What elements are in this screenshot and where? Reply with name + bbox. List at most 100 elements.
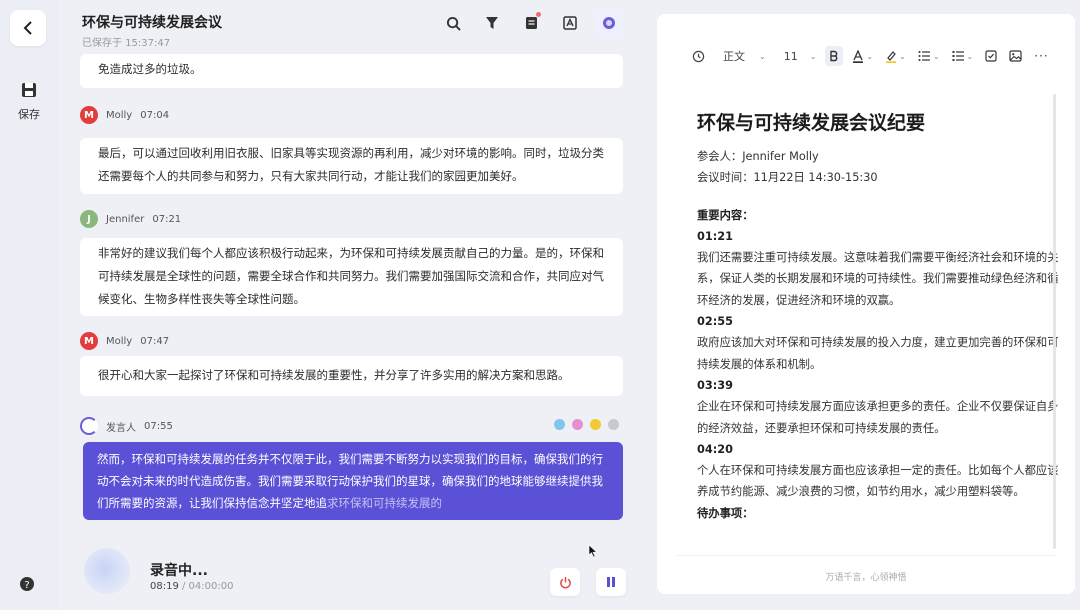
item-timestamp: 01:21: [697, 229, 733, 243]
ai-assistant-button[interactable]: [596, 10, 622, 36]
avatar: M: [80, 106, 98, 124]
more-icon: ···: [1034, 49, 1049, 63]
help-button[interactable]: ?: [19, 576, 35, 592]
filter-icon: [486, 17, 498, 29]
color-tag-gray[interactable]: [608, 419, 619, 430]
ordered-list-icon: [918, 51, 930, 61]
highlight-button[interactable]: ⌄: [882, 46, 909, 66]
power-icon: [559, 576, 571, 588]
search-icon: [446, 16, 461, 31]
notes-icon: [525, 17, 537, 29]
help-icon: ?: [20, 577, 34, 591]
back-button[interactable]: [10, 10, 46, 46]
document-scrollbar[interactable]: [1053, 94, 1056, 549]
font-size-select[interactable]: 11 ⌄: [781, 46, 820, 66]
left-rail: 保存 ?: [0, 0, 58, 610]
speaker-name: 发言人: [106, 422, 136, 434]
live-transcript-card: 然而，环保和可持续发展的任务并不仅限于此，我们需要不断努力以实现我们的目标，确保…: [83, 442, 623, 520]
search-button[interactable]: [440, 10, 466, 36]
font-color-icon: [853, 49, 864, 63]
document-title[interactable]: 环保与可持续发展会议纪要: [697, 108, 925, 135]
save-label: 保存: [18, 108, 40, 121]
speaker-name: Molly: [106, 109, 133, 121]
speaker-row-current: 发言人 07:55: [80, 417, 173, 435]
avatar: J: [80, 210, 98, 228]
checkbox-button[interactable]: [982, 46, 1000, 66]
item-text: 政府应该加大对环保和可持续发展的投入力度，建立更加完善的环保和可持续发展的体系和…: [697, 336, 1059, 371]
speaker-name: Molly: [106, 335, 133, 347]
avatar: M: [80, 332, 98, 350]
transcript-list[interactable]: 免造成过多的垃圾。 M Molly 07:04 最后，可以通过回收利用旧衣服、旧…: [60, 52, 650, 540]
live-transcript-pending: 求环保和可持续发展的: [327, 496, 442, 510]
transcript-text: 免造成过多的垃圾。: [98, 62, 202, 76]
speaker-time: 07:04: [140, 109, 170, 121]
highlighter-icon: [886, 50, 897, 63]
image-icon: [1009, 50, 1022, 62]
participants-line: 参会人：Jennifer Molly: [697, 150, 819, 163]
filter-button[interactable]: [479, 10, 505, 36]
header-toolbar: [440, 10, 622, 36]
speaker-row: M Molly 07:04: [80, 106, 169, 124]
speaker-row: M Molly 07:47: [80, 332, 169, 350]
audio-visualizer: [84, 548, 130, 594]
recording-status: 录音中...: [150, 563, 208, 579]
item-timestamp: 03:39: [697, 378, 733, 392]
transcript-text: 最后，可以通过回收利用旧衣服、旧家具等实现资源的再利用，减少对环境的影响。同时，…: [98, 146, 604, 183]
editor-footer-slogan: 万语千言，心领神悟: [825, 573, 907, 583]
todo-heading: 待办事项：: [697, 506, 754, 520]
bullet-list-icon: [952, 51, 964, 61]
color-tag-pink[interactable]: [572, 419, 583, 430]
total-time: / 04:00:00: [178, 581, 234, 592]
document-body[interactable]: 参会人：Jennifer Molly 会议时间：11月22日 14:30-15:…: [697, 146, 1062, 524]
notification-dot: [536, 12, 541, 17]
chevron-down-icon: ⌄: [899, 51, 906, 61]
color-tag-picker: [554, 419, 619, 430]
elapsed-time: 08:19: [150, 581, 179, 592]
item-timestamp: 04:20: [697, 442, 733, 456]
transcript-card: 很开心和大家一起探讨了环保和可持续发展的重要性，并分享了许多实用的解决方案和思路…: [80, 356, 623, 396]
avatar: [80, 417, 98, 435]
ordered-list-button[interactable]: ⌄: [915, 46, 943, 66]
chevron-down-icon: ⌄: [866, 51, 874, 61]
more-button[interactable]: ···: [1031, 46, 1051, 66]
paragraph-style-select[interactable]: 正文 ⌄: [720, 46, 769, 66]
save-icon: [22, 83, 36, 97]
notes-button[interactable]: [518, 10, 544, 36]
color-tag-blue[interactable]: [554, 419, 565, 430]
history-button[interactable]: [689, 46, 708, 66]
ai-assistant-icon: [603, 17, 615, 29]
bold-button[interactable]: [825, 46, 844, 66]
font-color-button[interactable]: ⌄: [849, 46, 876, 66]
format-toolbar: 正文 ⌄ 11 ⌄ ⌄ ⌄ ⌄ ⌄ ···: [689, 46, 1052, 66]
checkbox-icon: [985, 50, 997, 62]
item-timestamp: 02:55: [697, 315, 733, 329]
history-icon: [692, 50, 705, 62]
chevron-down-icon: ⌄: [809, 51, 817, 61]
pause-icon: [607, 577, 615, 587]
save-button[interactable]: 保存: [0, 82, 58, 122]
chevron-down-icon: ⌄: [759, 51, 766, 61]
chevron-left-icon: [23, 21, 32, 35]
translate-button[interactable]: [557, 10, 583, 36]
recording-time: 08:19 / 04:00:00: [150, 581, 233, 592]
speaker-name: Jennifer: [106, 213, 145, 225]
pause-button[interactable]: [596, 568, 626, 596]
saved-timestamp: 已保存于 15:37:47: [82, 38, 171, 49]
document-title-text: 环保与可持续发展会议纪要: [697, 112, 926, 134]
item-text: 个人在环保和可持续发展方面也应该承担一定的责任。比如每个人都应该养成节约能源、减…: [697, 464, 1059, 499]
transcript-text: 非常好的建议我们每个人都应该积极行动起来，为环保和可持续发展贡献自己的力量。是的…: [98, 246, 604, 306]
chevron-down-icon: ⌄: [966, 51, 974, 61]
stop-recording-button[interactable]: [550, 568, 580, 596]
bullet-list-button[interactable]: ⌄: [949, 46, 977, 66]
transcript-text: 很开心和大家一起探讨了环保和可持续发展的重要性，并分享了许多实用的解决方案和思路…: [98, 368, 570, 382]
paragraph-style-value: 正文: [723, 50, 745, 63]
item-text: 我们还需要注重可持续发展。这意味着我们需要平衡经济社会和环境的关系，保证人类的长…: [697, 251, 1059, 307]
color-tag-yellow[interactable]: [590, 419, 601, 430]
speaker-time: 07:55: [144, 420, 173, 432]
mouse-cursor-icon: [588, 544, 598, 558]
key-content-heading: 重要内容：: [697, 208, 754, 222]
transcript-card: 最后，可以通过回收利用旧衣服、旧家具等实现资源的再利用，减少对环境的影响。同时，…: [80, 138, 623, 194]
speaker-time: 07:47: [140, 335, 170, 347]
insert-image-button[interactable]: [1006, 46, 1025, 66]
page-title: 环保与可持续发展会议: [82, 15, 222, 31]
